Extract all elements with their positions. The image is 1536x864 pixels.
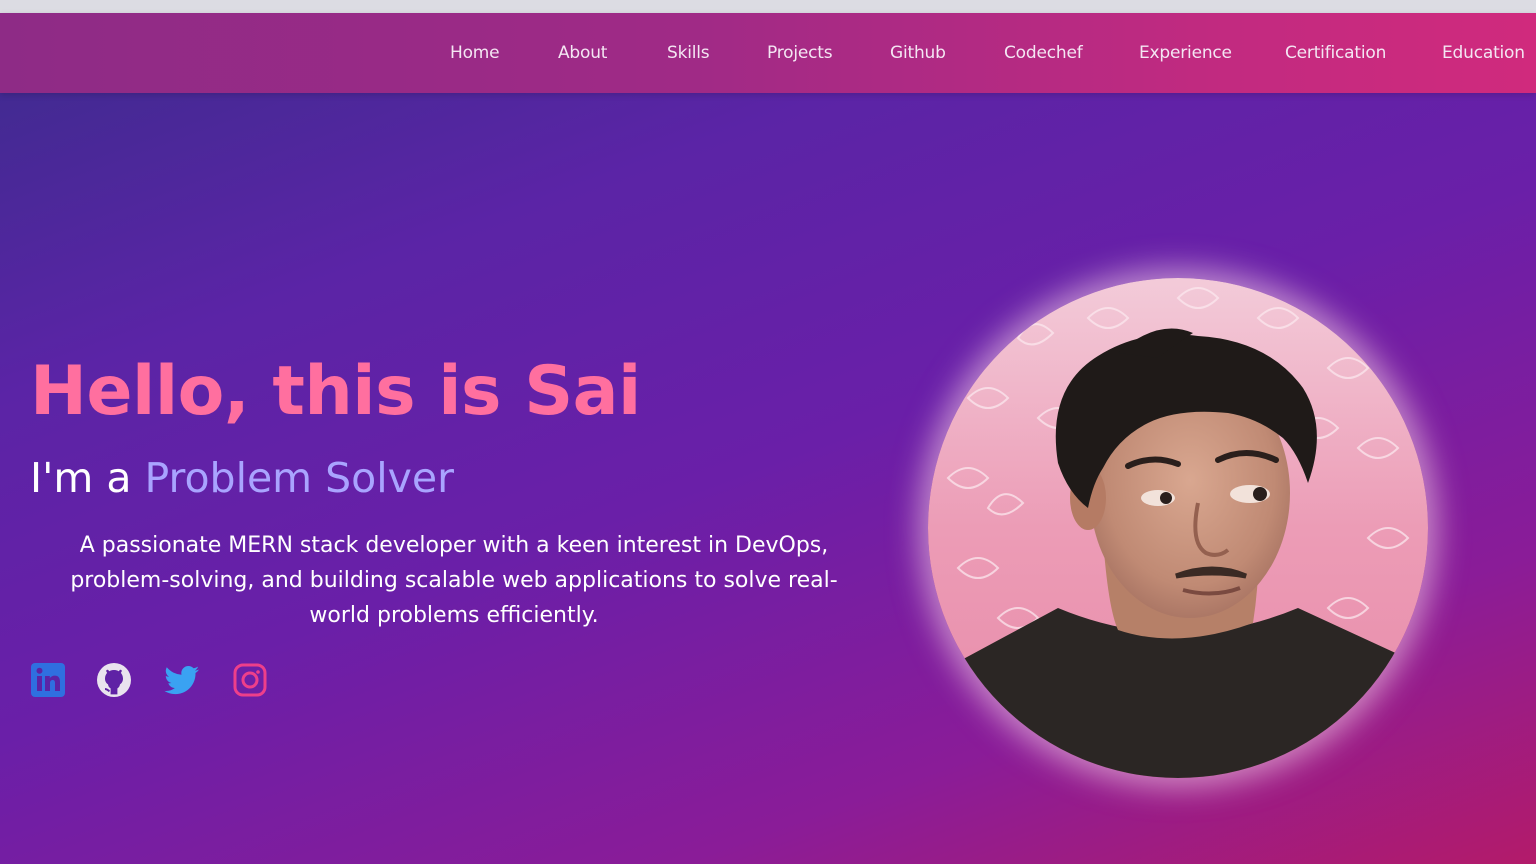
nav-item-projects[interactable]: Projects: [767, 43, 833, 63]
nav-item-experience[interactable]: Experience: [1139, 43, 1232, 63]
page: Home About Skills Projects Github Codech…: [0, 0, 1536, 864]
nav-item-about[interactable]: About: [558, 43, 607, 63]
profile-photo: [928, 278, 1428, 778]
hero-title: Hello, this is Sai: [30, 352, 641, 431]
nav-item-certification[interactable]: Certification: [1285, 43, 1386, 63]
nav-item-skills[interactable]: Skills: [667, 43, 710, 63]
twitter-icon[interactable]: [163, 662, 199, 698]
browser-top-strip: [0, 0, 1536, 13]
github-icon[interactable]: [96, 662, 132, 698]
nav-item-education[interactable]: Education: [1442, 43, 1525, 63]
hero-subtitle-prefix: I'm a: [30, 454, 145, 502]
instagram-icon[interactable]: [232, 662, 268, 698]
nav-item-codechef[interactable]: Codechef: [1004, 43, 1083, 63]
navbar: Home About Skills Projects Github Codech…: [0, 13, 1536, 93]
hero-subtitle: I'm a Problem Solver: [30, 454, 454, 502]
hero-role: Problem Solver: [144, 454, 455, 502]
nav-item-home[interactable]: Home: [450, 43, 500, 63]
nav-item-github[interactable]: Github: [890, 43, 946, 63]
linkedin-icon[interactable]: [30, 662, 66, 698]
hero-description: A passionate MERN stack developer with a…: [70, 533, 838, 628]
